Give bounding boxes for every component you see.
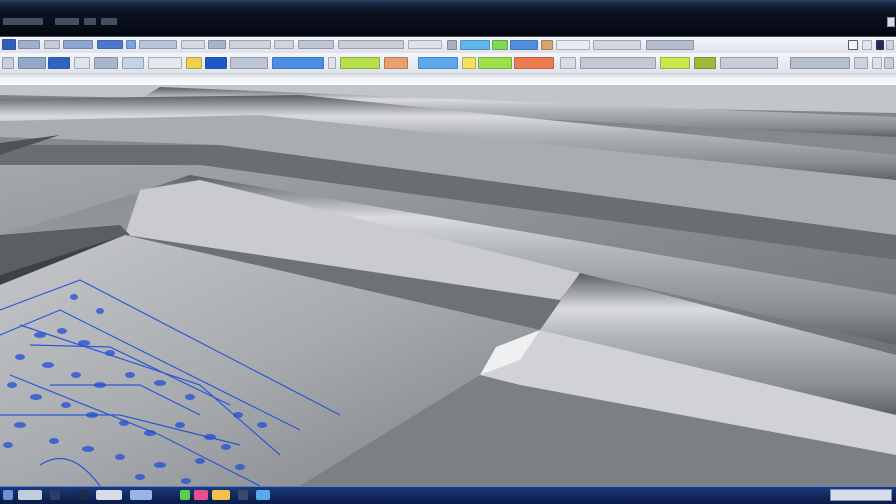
app-window — [0, 0, 896, 504]
app-icon[interactable] — [130, 490, 152, 500]
app-icon[interactable] — [238, 490, 248, 500]
color-icon[interactable] — [478, 57, 512, 69]
tool-icon[interactable] — [122, 57, 144, 69]
app-icon[interactable] — [212, 490, 230, 500]
app-icon[interactable] — [78, 490, 88, 500]
app-icon[interactable] — [194, 490, 208, 500]
viewport-canvas[interactable] — [0, 85, 896, 486]
tool-icon[interactable] — [139, 40, 177, 49]
tool-icon[interactable] — [872, 57, 882, 69]
tool-icon[interactable] — [408, 40, 442, 49]
color-icon[interactable] — [514, 57, 554, 69]
title-text-blur — [55, 18, 79, 25]
taskbar-clock — [830, 489, 892, 501]
tool-icon[interactable] — [720, 57, 778, 69]
color-icon[interactable] — [460, 40, 490, 50]
tool-icon[interactable] — [48, 57, 70, 69]
toolbar-separator — [0, 73, 896, 85]
tool-icon[interactable] — [884, 57, 894, 69]
tool-icon[interactable] — [272, 57, 324, 69]
title-bar — [0, 0, 896, 37]
color-icon[interactable] — [384, 57, 408, 69]
tool-icon[interactable] — [229, 40, 271, 49]
tool-icon[interactable] — [338, 40, 404, 49]
tool-icon[interactable] — [593, 40, 641, 50]
tool-icon[interactable] — [205, 57, 227, 69]
tool-icon[interactable] — [298, 40, 334, 49]
window-minimize-icon[interactable] — [887, 17, 895, 27]
tool-icon[interactable] — [876, 40, 884, 50]
color-icon[interactable] — [462, 57, 476, 69]
tool-icon[interactable] — [148, 57, 182, 69]
toolbar-row-1 — [0, 37, 896, 54]
tool-icon[interactable] — [646, 40, 694, 50]
app-icon[interactable] — [96, 490, 122, 500]
app-icon[interactable] — [180, 490, 190, 500]
tool-icon[interactable] — [556, 40, 590, 50]
tool-icon[interactable] — [181, 40, 205, 49]
tool-icon[interactable] — [18, 57, 46, 69]
app-icon[interactable] — [50, 490, 60, 500]
tool-icon[interactable] — [274, 40, 294, 49]
color-icon[interactable] — [660, 57, 690, 69]
tool-icon[interactable] — [94, 57, 118, 69]
tool-icon[interactable] — [580, 57, 656, 69]
tool-icon[interactable] — [790, 57, 850, 69]
tool-icon[interactable] — [208, 40, 226, 49]
tool-icon[interactable] — [2, 57, 14, 69]
roof-panel-render — [0, 85, 896, 486]
start-icon[interactable] — [3, 490, 13, 500]
tool-icon[interactable] — [18, 40, 40, 49]
tool-icon[interactable] — [126, 40, 136, 49]
color-icon[interactable] — [541, 40, 553, 50]
color-icon[interactable] — [694, 57, 716, 69]
tool-icon[interactable] — [63, 40, 93, 49]
tool-icon[interactable] — [97, 40, 123, 49]
tool-icon[interactable] — [230, 57, 268, 69]
tool-icon[interactable] — [44, 40, 60, 49]
title-text-blur — [101, 18, 117, 25]
color-icon[interactable] — [340, 57, 380, 69]
title-text-blur — [84, 18, 96, 25]
color-icon[interactable] — [186, 57, 202, 69]
color-icon[interactable] — [492, 40, 508, 50]
tool-icon[interactable] — [862, 40, 872, 50]
app-icon[interactable] — [18, 490, 42, 500]
tool-icon[interactable] — [886, 40, 894, 50]
toolbar-row-2 — [0, 53, 896, 74]
tool-icon[interactable] — [447, 40, 457, 50]
app-icon[interactable] — [256, 490, 270, 500]
tool-icon[interactable] — [560, 57, 576, 69]
color-icon[interactable] — [418, 57, 458, 69]
color-icon[interactable] — [510, 40, 538, 50]
tool-icon[interactable] — [74, 57, 90, 69]
title-text-blur — [3, 18, 43, 25]
tool-icon[interactable] — [854, 57, 868, 69]
taskbar — [0, 486, 896, 504]
checkbox-icon[interactable] — [848, 40, 858, 50]
file-icon[interactable] — [2, 39, 16, 50]
tool-icon[interactable] — [328, 57, 336, 69]
